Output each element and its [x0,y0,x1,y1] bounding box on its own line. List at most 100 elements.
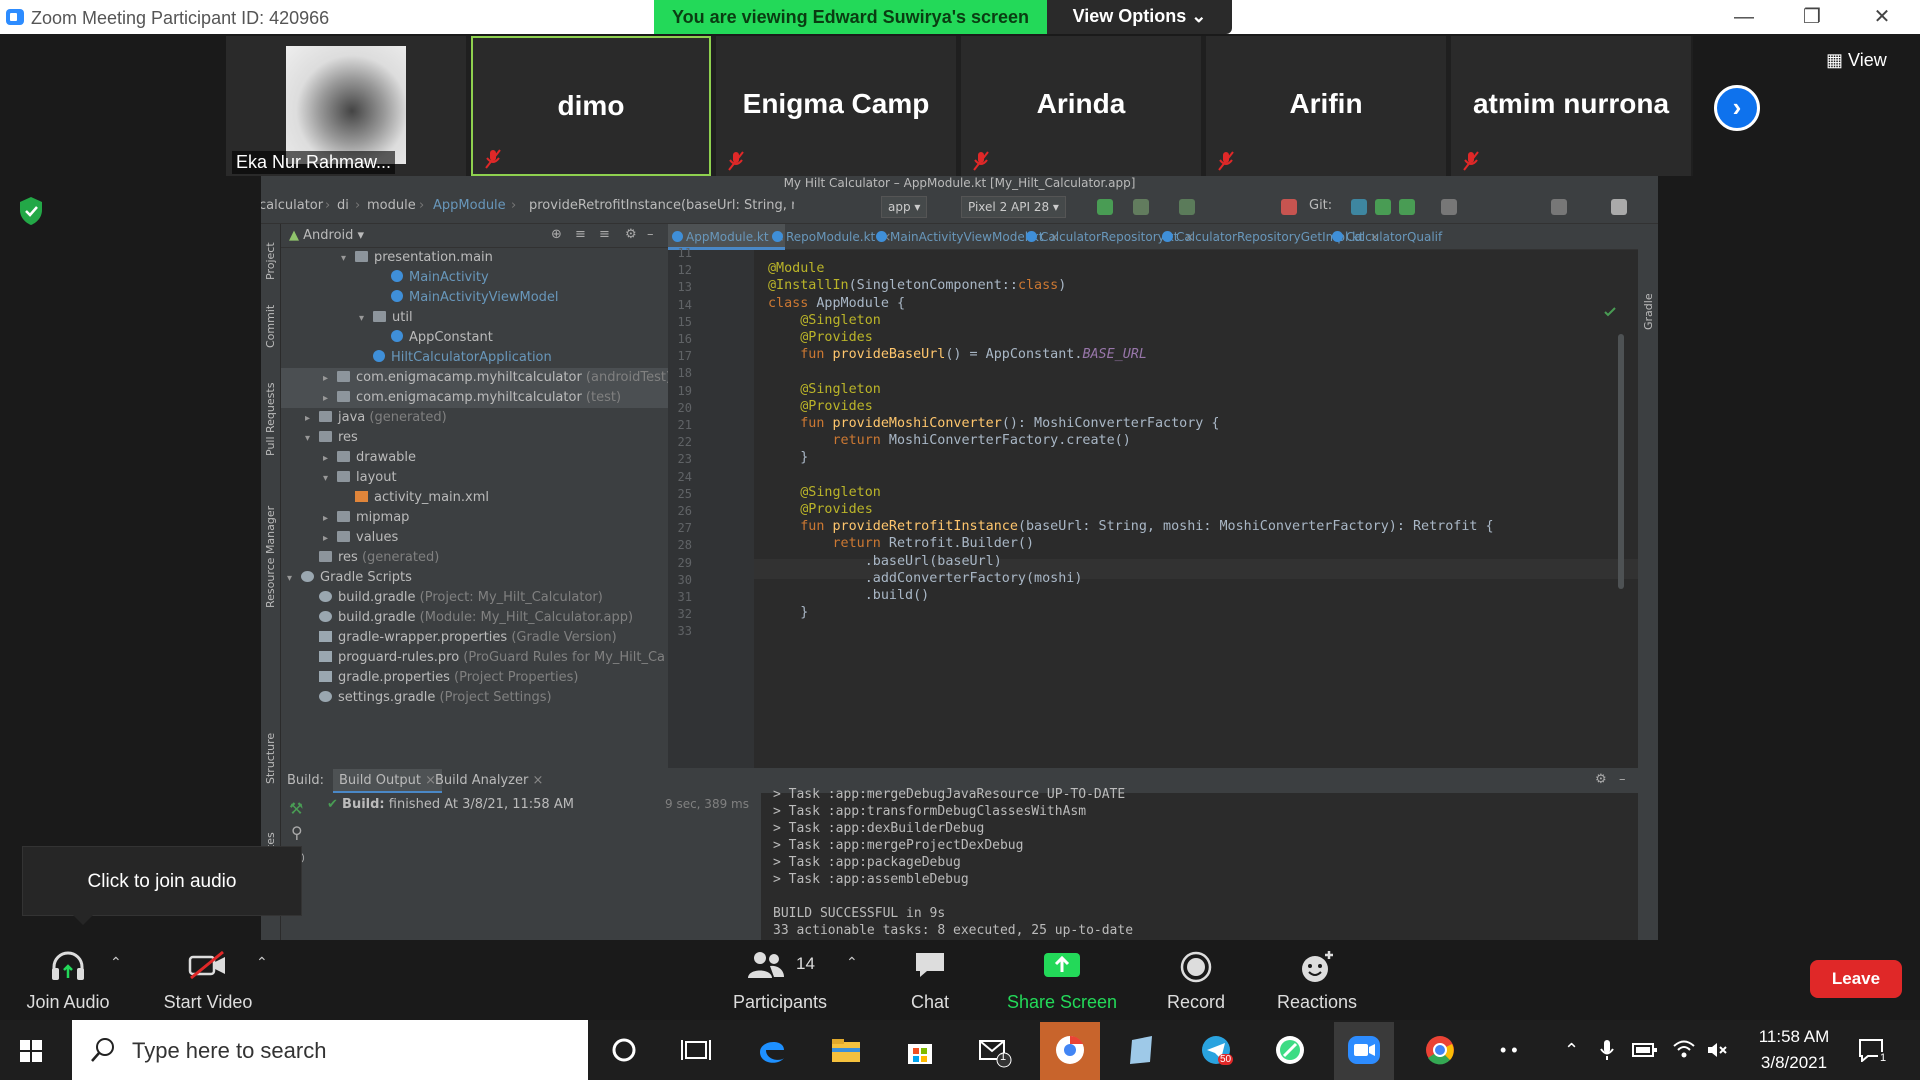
code-line[interactable]: fun provideBaseUrl() = AppConstant.BASE_… [768,347,1147,362]
code-line[interactable]: @Provides [768,399,873,414]
breadcrumb-item[interactable]: AppModule [433,198,506,213]
breadcrumb-item[interactable]: provideRetrofitInstance(baseUrl: String,… [529,198,794,213]
participants-options-chevron-icon[interactable]: ⌃ [846,954,858,971]
tree-item[interactable]: ▸ java (generated) [281,408,668,428]
hammer-icon[interactable]: ⚒ [289,799,303,818]
tab-build-output[interactable]: Build Output × [333,769,442,793]
run-config-select[interactable]: app ▾ [881,196,928,218]
tool-window-resource-manager[interactable]: Resource Manager [264,506,277,608]
breadcrumb-item[interactable]: di [337,198,349,213]
sdk-manager-icon[interactable] [1551,199,1567,215]
code-line[interactable]: @Singleton [768,485,881,500]
reactions-button[interactable]: Reactions [1270,940,1364,1020]
expand-chevron-icon[interactable]: ▸ [323,509,337,529]
chat-button[interactable]: Chat [900,940,960,1020]
battery-icon[interactable] [1632,1040,1658,1060]
edge-browser-icon[interactable] [754,1032,790,1068]
code-line[interactable]: .baseUrl(baseUrl) [768,554,1002,569]
tree-item[interactable]: proguard-rules.pro (ProGuard Rules for M… [281,648,668,668]
locate-icon[interactable]: ⊕ [551,227,562,242]
view-options-button[interactable]: View Options ⌄ [1047,0,1232,34]
expand-chevron-icon[interactable]: ▸ [323,369,337,389]
expand-chevron-icon[interactable]: ▾ [323,469,337,489]
expand-chevron-icon[interactable]: ▸ [323,449,337,469]
expand-chevron-icon[interactable]: ▸ [323,529,337,549]
tree-item[interactable]: ▾ layout [281,468,668,488]
code-line[interactable]: .addConverterFactory(moshi) [768,571,1083,586]
gear-icon[interactable]: ⚙ [625,227,637,242]
code-line[interactable]: @Singleton [768,382,881,397]
taskbar-search-box[interactable]: Type here to search [72,1020,588,1080]
tree-item[interactable]: build.gradle (Module: My_Hilt_Calculator… [281,608,668,628]
tool-window-gradle[interactable]: Gradle [1642,293,1655,330]
taskbar-clock[interactable]: 11:58 AM 3/8/2021 [1744,1024,1844,1076]
maximize-button[interactable]: ❐ [1792,4,1832,30]
participant-tile[interactable]: Enigma Camp [716,36,956,176]
device-select[interactable]: Pixel 2 API 28 ▾ [961,196,1066,218]
git-commit-icon[interactable] [1375,199,1391,215]
code-line[interactable]: } [768,450,808,465]
breadcrumb-item[interactable]: calculator [261,198,323,213]
encryption-shield-icon[interactable] [18,196,44,226]
participant-tile-active-speaker[interactable]: dimo [471,36,711,176]
tree-item[interactable]: ▾ util [281,308,668,328]
collapse-all-icon[interactable]: ≡ [599,227,610,242]
debug-icon[interactable] [1133,199,1149,215]
android-studio-icon[interactable] [1272,1032,1308,1068]
tree-item[interactable]: res (generated) [281,548,668,568]
tree-item[interactable]: ▸ drawable [281,448,668,468]
mail-icon[interactable] [976,1032,1012,1068]
minimize-button[interactable]: — [1724,4,1764,30]
close-icon[interactable]: × [532,773,543,788]
git-push-icon[interactable] [1399,199,1415,215]
tree-item[interactable]: build.gradle (Project: My_Hilt_Calculato… [281,588,668,608]
gear-icon[interactable]: ⚙ [1595,772,1607,787]
record-button[interactable]: Record [1156,940,1236,1020]
stop-icon[interactable] [1281,199,1297,215]
expand-chevron-icon[interactable]: ▾ [359,309,373,329]
audio-options-chevron-icon[interactable]: ⌃ [110,954,122,971]
expand-all-icon[interactable]: ≡ [575,227,586,242]
code-line[interactable]: return Retrofit.Builder() [768,536,1035,551]
more-apps-icon[interactable]: • • [1500,1040,1518,1061]
tool-window-structure[interactable]: Structure [264,733,277,784]
code-line[interactable]: @Provides [768,330,873,345]
tree-item[interactable]: activity_main.xml [281,488,668,508]
search-everywhere-icon[interactable] [1611,199,1627,215]
expand-chevron-icon[interactable]: ▾ [287,569,301,589]
hide-panel-icon[interactable]: – [1619,772,1626,787]
pin-icon[interactable]: ⚲ [291,823,303,842]
tree-item[interactable]: MainActivityViewModel [281,288,668,308]
code-line[interactable]: .build() [768,588,930,603]
code-line[interactable]: @Singleton [768,313,881,328]
code-line[interactable]: fun provideRetrofitInstance(baseUrl: Str… [768,519,1493,534]
cortana-icon[interactable] [606,1032,642,1068]
git-update-icon[interactable] [1351,199,1367,215]
expand-chevron-icon[interactable]: ▾ [305,429,319,449]
rollback-icon[interactable] [1441,199,1457,215]
task-view-icon[interactable] [678,1032,714,1068]
tree-item[interactable]: gradle-wrapper.properties (Gradle Versio… [281,628,668,648]
project-view-select[interactable]: ▲ Android ▾ [289,228,364,243]
wifi-icon[interactable] [1672,1038,1696,1060]
hide-panel-icon[interactable]: – [647,227,654,242]
participant-tile[interactable]: Eka Nur Rahmaw... [226,36,466,176]
code-line[interactable]: @Provides [768,502,873,517]
code-line[interactable]: } [768,605,808,620]
chrome-app-icon[interactable] [1052,1032,1088,1068]
build-status-row[interactable]: ✔ Build: finished At 3/8/21, 11:58 AM [327,797,574,812]
video-options-chevron-icon[interactable]: ⌃ [256,954,268,971]
start-video-button[interactable]: Start Video [156,940,260,1020]
join-audio-button[interactable]: Join Audio [18,940,118,1020]
tree-item[interactable]: ▾ Gradle Scripts [281,568,668,588]
participant-tile[interactable]: Arinda [961,36,1201,176]
tool-window-commit[interactable]: Commit [264,305,277,348]
notepad-app-icon[interactable] [1124,1032,1160,1068]
view-layout-button[interactable]: ▦ View [1826,44,1910,76]
store-icon[interactable] [902,1032,938,1068]
code-line[interactable]: class AppModule { [768,296,905,311]
profile-icon[interactable] [1179,199,1195,215]
code-line[interactable]: @Module [768,261,824,276]
tree-item[interactable]: MainActivity [281,268,668,288]
close-button[interactable]: ✕ [1862,4,1902,30]
